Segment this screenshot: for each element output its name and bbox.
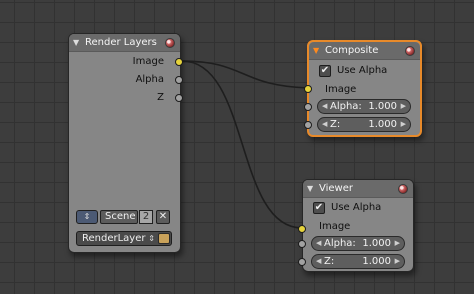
increment-icon[interactable]: ▶ xyxy=(401,100,406,113)
node-preview-icon[interactable] xyxy=(398,184,408,194)
dropdown-updown-icon: ⇕ xyxy=(148,234,155,243)
alpha-field-value: 1.000 xyxy=(368,101,397,112)
input-socket-z[interactable] xyxy=(304,121,312,129)
alpha-field-label: Alpha: xyxy=(324,238,356,249)
input-label-image: Image xyxy=(319,221,351,232)
z-field-label: Z: xyxy=(330,119,341,130)
z-number-field[interactable]: ◀ Z: 1.000 ▶ xyxy=(311,254,405,269)
decrement-icon[interactable]: ◀ xyxy=(322,100,327,113)
z-number-field[interactable]: ◀ Z: 1.000 ▶ xyxy=(317,117,411,132)
alpha-number-field[interactable]: ◀ Alpha: 1.000 ▶ xyxy=(311,236,405,251)
decrement-icon[interactable]: ◀ xyxy=(316,255,321,268)
output-socket-image[interactable] xyxy=(175,58,183,66)
composite-node[interactable]: ▼ Composite ✔ Use Alpha Image ◀ Alpha: 1… xyxy=(304,40,422,137)
decrement-icon[interactable]: ◀ xyxy=(316,237,321,250)
use-alpha-label: Use Alpha xyxy=(337,65,388,76)
viewer-title: Viewer xyxy=(319,183,353,194)
updown-icon: ⇕ xyxy=(83,212,91,221)
viewer-header[interactable]: ▼ Viewer xyxy=(303,180,413,198)
z-field-value: 1.000 xyxy=(368,119,397,130)
render-icon[interactable] xyxy=(158,233,170,244)
alpha-field-label: Alpha: xyxy=(330,101,362,112)
collapse-arrow-icon[interactable]: ▼ xyxy=(73,34,79,51)
scene-users-count[interactable]: 2 xyxy=(139,210,153,224)
alpha-field-value: 1.000 xyxy=(362,238,391,249)
composite-header[interactable]: ▼ Composite xyxy=(309,42,420,60)
input-label-image: Image xyxy=(325,84,357,95)
collapse-arrow-icon[interactable]: ▼ xyxy=(307,180,313,197)
node-editor[interactable]: ▼ Render Layers Image Alpha Z ⇕ Scene 2 … xyxy=(0,0,474,294)
increment-icon[interactable]: ▶ xyxy=(395,255,400,268)
input-socket-alpha[interactable] xyxy=(304,103,312,111)
use-alpha-label: Use Alpha xyxy=(331,202,382,213)
use-alpha-checkbox[interactable]: ✔ xyxy=(313,202,325,214)
close-icon[interactable]: ✕ xyxy=(156,210,170,224)
input-socket-z[interactable] xyxy=(298,258,306,266)
link-render-to-viewer xyxy=(181,60,303,229)
node-preview-icon[interactable] xyxy=(165,38,175,48)
composite-title: Composite xyxy=(325,45,379,56)
increment-icon[interactable]: ▶ xyxy=(401,118,406,131)
output-socket-alpha[interactable] xyxy=(175,76,183,84)
use-alpha-checkbox[interactable]: ✔ xyxy=(319,65,331,77)
output-label-image: Image xyxy=(132,56,164,67)
scene-browse-icon[interactable]: ⇕ xyxy=(76,210,98,224)
render-layers-node[interactable]: ▼ Render Layers Image Alpha Z ⇕ Scene 2 … xyxy=(68,33,183,253)
render-layer-dropdown[interactable]: RenderLayer ⇕ xyxy=(76,231,172,246)
scene-name-field[interactable]: Scene xyxy=(100,210,138,224)
z-field-label: Z: xyxy=(324,256,335,267)
collapse-arrow-icon[interactable]: ▼ xyxy=(313,42,319,59)
output-label-z: Z xyxy=(157,92,164,103)
input-socket-image[interactable] xyxy=(298,225,306,233)
decrement-icon[interactable]: ◀ xyxy=(322,118,327,131)
input-socket-image[interactable] xyxy=(304,85,312,93)
node-preview-icon[interactable] xyxy=(405,46,415,56)
output-socket-z[interactable] xyxy=(175,94,183,102)
render-layers-title: Render Layers xyxy=(85,37,157,48)
render-layer-value: RenderLayer xyxy=(82,233,146,244)
z-field-value: 1.000 xyxy=(362,256,391,267)
increment-icon[interactable]: ▶ xyxy=(395,237,400,250)
link-render-to-composite xyxy=(181,60,310,89)
viewer-node[interactable]: ▼ Viewer ✔ Use Alpha Image ◀ Alpha: 1.00… xyxy=(298,179,414,272)
output-label-alpha: Alpha xyxy=(135,74,164,85)
input-socket-alpha[interactable] xyxy=(298,240,306,248)
render-layers-header[interactable]: ▼ Render Layers xyxy=(69,34,180,52)
alpha-number-field[interactable]: ◀ Alpha: 1.000 ▶ xyxy=(317,99,411,114)
